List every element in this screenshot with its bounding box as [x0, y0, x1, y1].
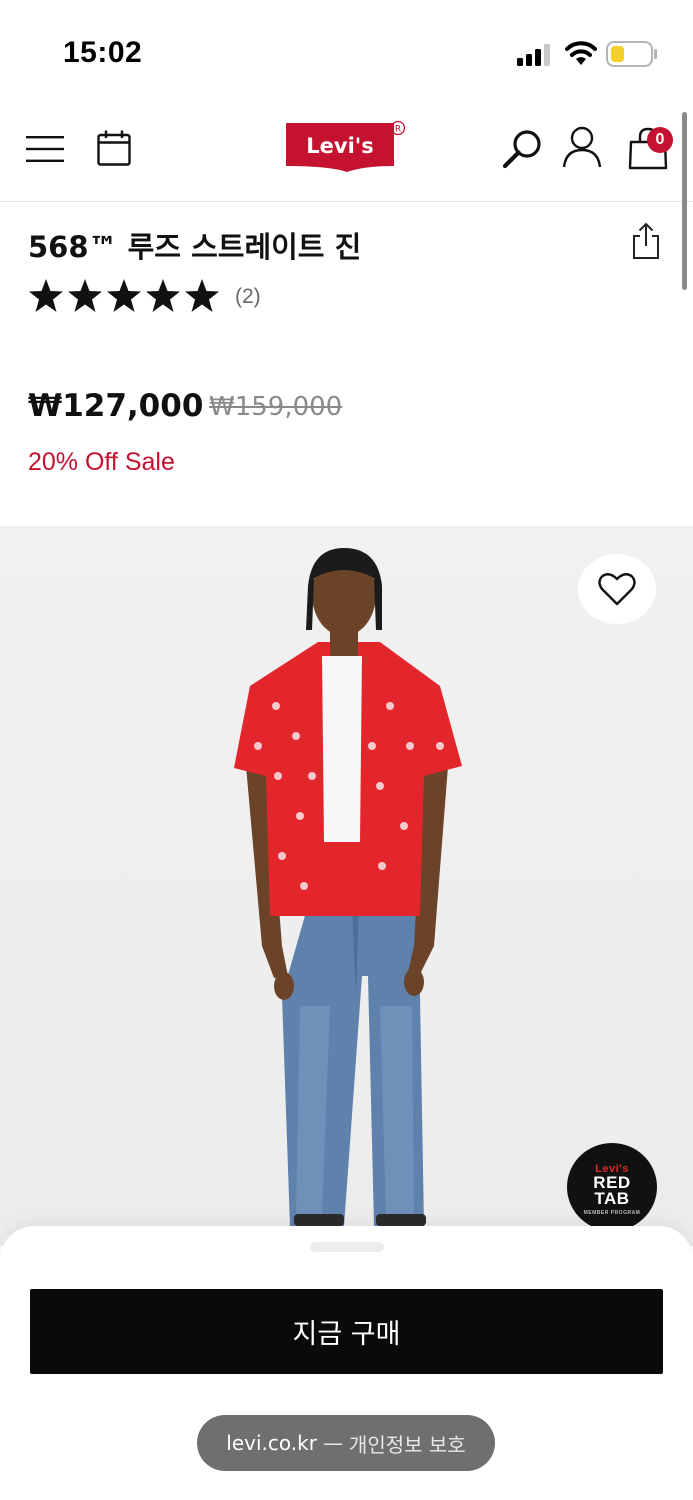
- url-host: levi.co.kr: [226, 1431, 317, 1455]
- privacy-label: 개인정보 보호: [348, 1432, 466, 1457]
- star-icon: [29, 279, 63, 312]
- scroll-indicator: [682, 112, 687, 290]
- sheet-handle[interactable]: [310, 1242, 384, 1252]
- sale-label: 20% Off Sale: [28, 448, 175, 476]
- battery-icon: [606, 41, 657, 67]
- star-icon: [146, 279, 180, 312]
- signal-icon: [517, 44, 550, 66]
- model-photo: [234, 548, 462, 1226]
- calendar-icon[interactable]: [97, 130, 131, 166]
- red-tab-badge[interactable]: Levi's RED TAB MEMBER PROGRAM: [567, 1143, 657, 1231]
- wishlist-button[interactable]: [578, 554, 656, 624]
- search-icon[interactable]: [502, 128, 544, 170]
- url-pill[interactable]: levi.co.kr — 개인정보 보호: [197, 1415, 495, 1471]
- levis-logo[interactable]: Levi's R: [284, 120, 410, 176]
- status-bar: 15:02: [0, 0, 693, 100]
- url-separator: —: [322, 1431, 343, 1455]
- star-icon: [185, 279, 219, 312]
- buy-now-button[interactable]: 지금 구매: [30, 1289, 663, 1374]
- red-tab-subtitle: MEMBER PROGRAM: [583, 1210, 641, 1216]
- heart-icon: [598, 573, 636, 606]
- red-tab-title: RED TAB: [593, 1173, 631, 1208]
- rating-stars[interactable]: [28, 278, 220, 318]
- star-icon: [68, 279, 102, 312]
- price-current: ₩127,000: [28, 388, 204, 424]
- share-icon[interactable]: [632, 222, 660, 260]
- bottom-sheet: 지금 구매 levi.co.kr — 개인정보 보호: [0, 1226, 693, 1500]
- product-title: 568™ 루즈 스트레이트 진: [28, 230, 362, 264]
- review-count[interactable]: (2): [235, 285, 261, 309]
- bag-count-badge[interactable]: 0: [647, 127, 673, 153]
- wifi-icon: [565, 41, 597, 65]
- menu-icon[interactable]: [26, 136, 64, 162]
- svg-text:R: R: [395, 125, 401, 135]
- star-icon: [107, 279, 141, 312]
- status-time: 15:02: [63, 36, 143, 69]
- user-icon[interactable]: [562, 126, 602, 168]
- price-original: ₩159,000: [209, 392, 343, 422]
- product-image[interactable]: [0, 526, 693, 1246]
- site-header: Levi's R: [0, 100, 693, 202]
- logo-text: Levi's: [306, 134, 373, 158]
